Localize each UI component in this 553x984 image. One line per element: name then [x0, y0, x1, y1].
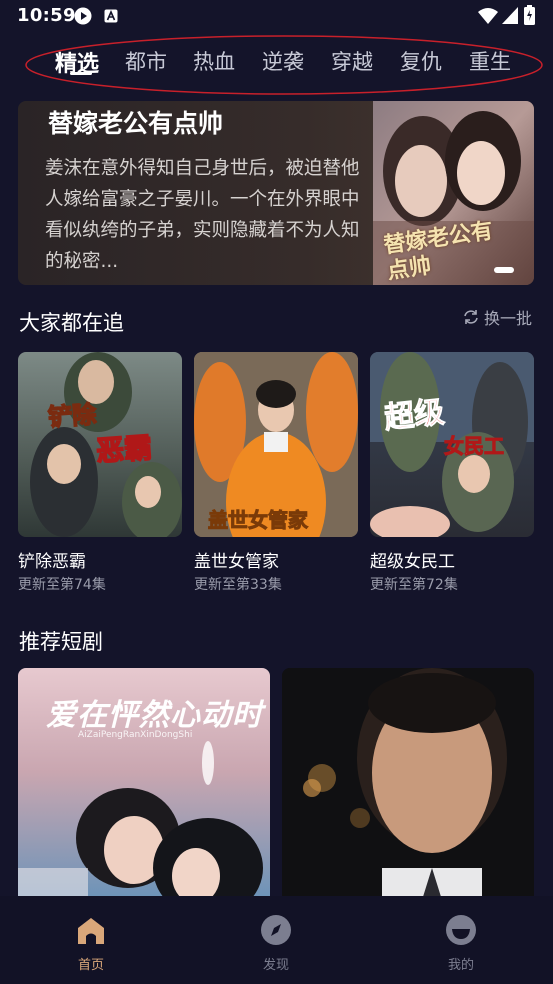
drama-episodes: 更新至第72集: [370, 577, 458, 593]
banner-poster: 替嫁老公有点帅: [373, 101, 534, 285]
refresh-label: 换一批: [484, 309, 533, 328]
drama-poster: 盖世女管家: [194, 352, 358, 537]
refresh-button[interactable]: 换一批: [462, 306, 532, 328]
drama-title: 盖世女管家: [194, 552, 279, 572]
featured-banner[interactable]: 替嫁老公有点帅 姜沫在意外得知自己身世后，被迫替他人嫁给富豪之子晏川。一个在外界…: [18, 101, 534, 285]
drama-episodes: 更新至第33集: [194, 577, 282, 593]
nav-label: 发现: [262, 958, 289, 973]
banner-pagination-dot: [494, 267, 514, 273]
drama-title: 铲除恶霸: [18, 552, 86, 572]
nav-discover[interactable]: 发现: [246, 914, 306, 973]
compass-icon: [261, 915, 291, 945]
poster-title-line1: 盖世女管家: [208, 508, 309, 533]
poster-title-line1: 超级: [382, 394, 447, 437]
drama-card[interactable]: 铲除 恶霸 铲除恶霸 更新至第74集: [18, 352, 182, 593]
recommend-poster-art: [282, 668, 534, 900]
refresh-icon: [464, 310, 478, 324]
recommend-poster-title: 爱在怦然心动时: [46, 698, 263, 733]
poster-title-line1: 铲除: [47, 400, 98, 433]
poster-title-line2: 恶霸: [94, 430, 154, 468]
drama-title: 超级女民工: [370, 552, 455, 572]
drama-card[interactable]: 超级 女民工 超级女民工 更新至第72集: [370, 352, 534, 593]
nav-profile[interactable]: 我的: [431, 914, 491, 973]
nav-label: 首页: [77, 958, 104, 973]
drama-card[interactable]: 盖世女管家 盖世女管家 更新至第33集: [194, 352, 358, 593]
drama-poster: 铲除 恶霸: [18, 352, 182, 537]
popular-section-title: 大家都在追: [19, 311, 124, 335]
drama-poster: 超级 女民工: [370, 352, 534, 537]
profile-icon: [446, 915, 476, 945]
recommend-section-title: 推荐短剧: [19, 630, 103, 654]
recommend-poster-subtitle: AiZaiPengRanXinDongShi: [78, 730, 193, 740]
home-icon: [78, 918, 104, 944]
bottom-navigation: 首页 发现 我的: [0, 896, 553, 984]
poster-title-line2: 女民工: [444, 434, 505, 459]
nav-home[interactable]: 首页: [61, 914, 121, 973]
annotation-ellipse: [25, 35, 543, 95]
recommend-card[interactable]: [282, 668, 534, 900]
banner-description: 姜沫在意外得知自己身世后，被迫替他人嫁给富豪之子晏川。一个在外界眼中看似纨绔的子…: [45, 158, 360, 272]
nav-label: 我的: [447, 958, 474, 973]
drama-episodes: 更新至第74集: [18, 577, 106, 593]
recommend-card[interactable]: 爱在怦然心动时 AiZaiPengRanXinDongShi: [18, 668, 270, 900]
banner-title: 替嫁老公有点帅: [48, 109, 224, 138]
